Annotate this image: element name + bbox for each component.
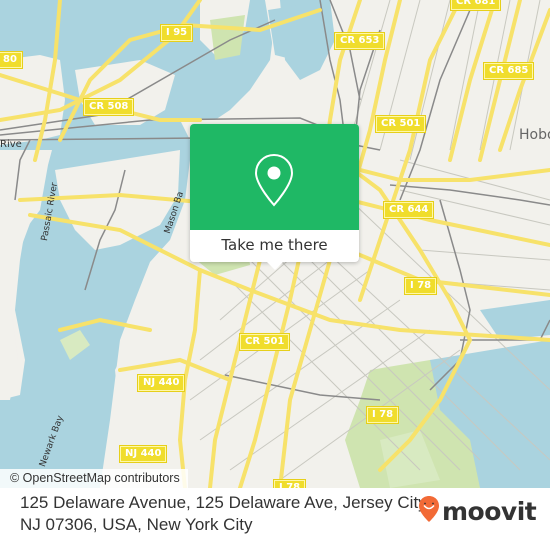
road-shield-i78-east: I 78 [403, 277, 438, 295]
map[interactable]: Hobo Rive Passaic River Newark Bay Mason… [0, 0, 550, 488]
moovit-wordmark: moovit [442, 496, 537, 526]
moovit-logo[interactable]: moovit [418, 495, 537, 527]
moovit-smile-pin-icon [418, 495, 440, 527]
place-label-hoboken: Hobo [519, 127, 550, 143]
footer: 125 Delaware Avenue, 125 Delaware Ave, J… [0, 488, 550, 550]
road-shield-cr501-south: CR 501 [238, 333, 291, 351]
road-shield-i78-bottom: I 78 [272, 479, 307, 488]
popup-pointer [267, 262, 283, 270]
road-shield-cr644: CR 644 [382, 201, 435, 219]
road-shield-cr501-north: CR 501 [374, 115, 427, 133]
place-label-river: Rive [0, 139, 22, 150]
road-shield-cr653: CR 653 [333, 32, 386, 50]
popup-header [190, 124, 359, 230]
road-shield-i95: I 95 [159, 24, 194, 42]
road-shield-i78-south: I 78 [365, 406, 400, 424]
map-pin-icon [254, 153, 294, 213]
attribution-text[interactable]: © OpenStreetMap contributors [10, 471, 180, 485]
road-shield-cr681: CR 681 [449, 0, 502, 11]
road-shield-i280: 80 [0, 51, 23, 69]
park-north [210, 15, 245, 60]
address-text: 125 Delaware Avenue, 125 Delaware Ave, J… [20, 493, 431, 534]
road-shield-cr685: CR 685 [482, 62, 535, 80]
location-popup: Take me there [190, 124, 359, 262]
take-me-there-button[interactable]: Take me there [190, 230, 359, 262]
map-attribution[interactable]: © OpenStreetMap contributors [0, 469, 188, 488]
road-shield-cr508: CR 508 [82, 98, 135, 116]
road-shield-nj440-south: NJ 440 [118, 445, 168, 463]
road-shield-nj440-north: NJ 440 [136, 374, 186, 392]
